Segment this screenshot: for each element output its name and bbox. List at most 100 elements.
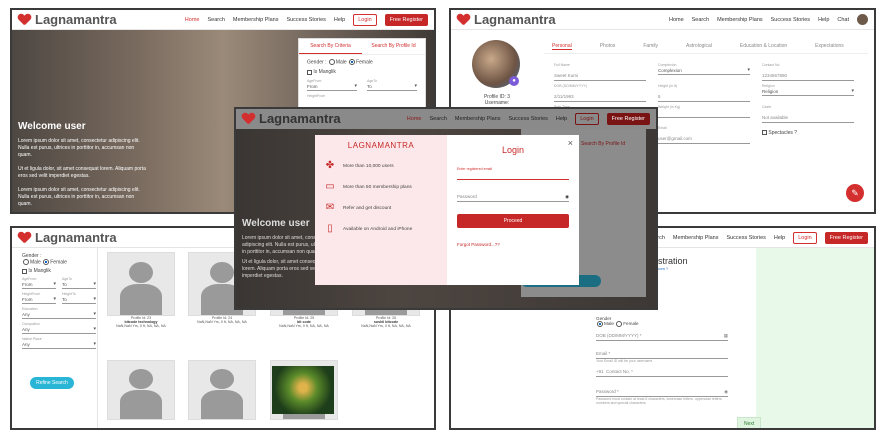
tab-personal[interactable]: Personal [552, 43, 572, 50]
edit-fab[interactable]: ✎ [846, 184, 864, 202]
height-from-label: HeightFrom [307, 94, 326, 99]
field-label: Email [658, 126, 667, 130]
manglik-label: Is Manglik [313, 69, 336, 76]
field-label: Caste [762, 105, 772, 109]
password-input[interactable]: Password ◉ [457, 192, 569, 202]
manglik-checkbox[interactable] [307, 69, 312, 75]
nav-stories[interactable]: Success Stories [771, 17, 810, 23]
brand-logo[interactable]: Lagnamantra [18, 230, 117, 245]
navbar: Lagnamantra Home Search Membership Plans… [12, 10, 434, 30]
age-to-select[interactable]: To [62, 281, 96, 290]
female-label: Female [356, 59, 373, 66]
spectacles-checkbox[interactable] [762, 130, 767, 136]
email-input[interactable] [457, 172, 569, 180]
profile-photo-placeholder [107, 252, 175, 316]
age-from-select[interactable]: From [307, 83, 357, 92]
male-radio[interactable] [597, 321, 603, 327]
camera-icon[interactable]: ● [509, 76, 519, 86]
dimmed-navbar: Lagnamantra Home Search Membership Plans… [236, 109, 656, 129]
tab-expectations[interactable]: Expectations [815, 43, 844, 50]
tab-search-id[interactable]: Search By Profile Id [362, 39, 425, 54]
brand-logo[interactable]: Lagnamantra [457, 12, 556, 27]
nav-help[interactable]: Help [774, 235, 785, 241]
modal-title: Login [501, 145, 525, 155]
dob-field[interactable]: 2/11/1993 [554, 92, 646, 102]
filter-sidebar: Gender : Male Female Is Manglik AgeFrom F… [22, 253, 96, 350]
profile-photo-placeholder[interactable] [107, 360, 175, 420]
nav-help[interactable]: Help [818, 17, 829, 23]
register-button[interactable]: Free Register [384, 14, 428, 26]
nav-plans[interactable]: Membership Plans [717, 17, 763, 23]
login-modal: LAGNAMANTRA ✤ More than 10,000 users ▭ Mor… [315, 135, 579, 285]
tab-astrological[interactable]: Astrological [686, 43, 712, 50]
eye-icon[interactable]: ◉ [724, 389, 728, 395]
female-radio[interactable] [349, 59, 356, 65]
height-field[interactable]: 5 [658, 92, 750, 102]
password-field[interactable]: Password * ◉ [596, 387, 728, 397]
profile-tabs: Personal Photos Family Astrological Educ… [544, 40, 868, 54]
contact-field[interactable]: Contact No. * [606, 369, 633, 374]
fullname-field[interactable]: Sweet Kumi [554, 71, 646, 81]
proceed-button[interactable]: Proceed [457, 214, 569, 228]
contact-field[interactable]: 1234567890 [762, 71, 854, 81]
female-radio[interactable] [616, 321, 623, 327]
nav-chat[interactable]: Chat [837, 17, 849, 23]
dob-field[interactable]: DOB (DD/MM/YYYY) * ▦ [596, 331, 728, 341]
tab-family[interactable]: Family [643, 43, 658, 50]
login-button[interactable]: Login [793, 232, 817, 244]
native-select[interactable]: Any [22, 341, 96, 350]
password-placeholder: Password [457, 194, 477, 199]
refine-search-button[interactable]: Refine Search [30, 377, 74, 389]
tab-search-criteria[interactable]: Search By Criteria [299, 39, 362, 54]
heart-logo-icon [18, 14, 31, 25]
country-code[interactable]: +91 [596, 369, 604, 374]
nav-search[interactable]: Search [207, 17, 224, 23]
tab-education[interactable]: Education & Location [740, 43, 787, 50]
plans-icon: ▭ [325, 181, 335, 192]
brand-logo[interactable]: Lagnamantra [18, 12, 117, 27]
male-radio[interactable] [23, 259, 29, 265]
tab-photos[interactable]: Photos [600, 43, 616, 50]
caste-field[interactable]: Not available [762, 113, 854, 123]
profile-photo[interactable] [272, 366, 334, 414]
female-radio[interactable] [43, 259, 50, 265]
weight-field[interactable] [658, 113, 750, 118]
occupation-select[interactable]: Any [22, 326, 96, 335]
forgot-password-link[interactable]: Forgot Password...?? [457, 242, 569, 247]
manglik-checkbox[interactable] [22, 268, 27, 274]
eye-icon[interactable]: ◉ [565, 194, 569, 200]
email-field[interactable]: user@gmail.com [658, 134, 750, 144]
nav-search[interactable]: Search [692, 17, 709, 23]
email-hint: Your Email ID will be your username [596, 359, 653, 363]
male-radio[interactable] [328, 59, 335, 65]
nav-home[interactable]: Home [185, 17, 200, 23]
age-to-select[interactable]: To [367, 83, 417, 92]
close-icon[interactable]: × [568, 138, 573, 148]
education-select[interactable]: Any [22, 311, 96, 320]
nav-plans[interactable]: Membership Plans [673, 235, 719, 241]
nav-stories[interactable]: Success Stories [286, 17, 325, 23]
profile-card[interactable]: Profile Id: 23 bitcode technology NaN,NaN … [107, 252, 175, 328]
calendar-icon[interactable]: ▦ [724, 333, 728, 339]
field-label: Contact No [762, 63, 780, 67]
card-info: NaN,NaN Yrs, 0 ft, NA, NA, NA [116, 324, 166, 328]
feature-text: More than 50 membership plans [343, 184, 412, 190]
age-from-select[interactable]: From [22, 281, 56, 290]
nav-plans[interactable]: Membership Plans [233, 17, 279, 23]
profile-photo-placeholder[interactable] [188, 360, 256, 420]
nav-home[interactable]: Home [669, 17, 684, 23]
refer-icon: ✉ [325, 202, 335, 213]
height-to-select[interactable]: To [62, 296, 96, 305]
nav-help[interactable]: Help [334, 17, 345, 23]
login-button[interactable]: Login [353, 14, 377, 26]
email-field[interactable]: Email * [596, 349, 728, 359]
religion-select[interactable]: Religion [762, 88, 854, 96]
height-from-select[interactable]: From [22, 296, 56, 305]
next-button[interactable]: Next [737, 417, 762, 428]
register-button[interactable]: Free Register [824, 232, 868, 244]
avatar[interactable] [857, 14, 868, 25]
nav-stories[interactable]: Success Stories [726, 235, 765, 241]
registration-form: Gender Male Female DOB (DD/MM/YYYY) * ▦ E… [596, 316, 728, 405]
complexion-select[interactable]: Complexion [658, 67, 750, 75]
nav-stories: Success Stories [508, 116, 548, 122]
